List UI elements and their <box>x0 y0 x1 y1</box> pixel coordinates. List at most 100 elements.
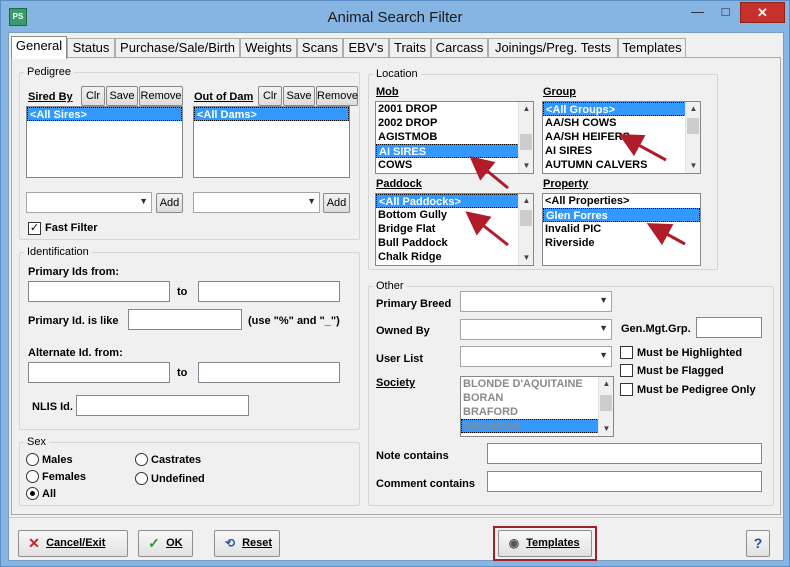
primary-breed-combo[interactable]: ▼ <box>460 291 612 312</box>
tab-joinings-preg-tests[interactable]: Joinings/Preg. Tests <box>488 38 618 58</box>
paddock-item[interactable]: Chalk Ridge <box>376 250 533 264</box>
dam-remove-button[interactable]: Remove <box>316 86 358 106</box>
dam-item-all[interactable]: <All Dams> <box>194 107 349 121</box>
scroll-up-icon[interactable]: ▲ <box>519 102 533 116</box>
group-item[interactable]: AI SIRES <box>543 144 700 158</box>
sires-listbox[interactable]: <All Sires> <box>26 106 183 178</box>
property-listbox[interactable]: <All Properties> Glen Forres Invalid PIC… <box>542 193 701 266</box>
mob-scrollbar[interactable]: ▲ ▼ <box>518 102 533 173</box>
group-scrollbar[interactable]: ▲ ▼ <box>685 102 700 173</box>
society-item[interactable]: BLONDE D'AQUITAINE <box>461 377 613 391</box>
sire-combo[interactable]: ▼ <box>26 192 152 213</box>
primary-id-to-input[interactable] <box>198 281 340 302</box>
alternate-id-from-input[interactable] <box>28 362 170 383</box>
dam-save-button[interactable]: Save <box>283 86 315 106</box>
user-list-combo[interactable]: ▼ <box>460 346 612 367</box>
fast-filter-label: Fast Filter <box>45 222 98 234</box>
property-item-selected[interactable]: Glen Forres <box>543 208 700 222</box>
group-listbox[interactable]: <All Groups> AA/SH COWS AA/SH HEIFERS AI… <box>542 101 701 174</box>
primary-like-input[interactable] <box>128 309 242 330</box>
group-item-selected[interactable]: <All Groups> <box>543 102 700 116</box>
mob-listbox[interactable]: 2001 DROP 2002 DROP AGISTMOB AI SIRES CO… <box>375 101 534 174</box>
tab-weights[interactable]: Weights <box>240 38 297 58</box>
sire-add-button[interactable]: Add <box>156 193 183 213</box>
scroll-up-icon[interactable]: ▲ <box>686 102 700 116</box>
society-listbox[interactable]: BLONDE D'AQUITAINE BORAN BRAFORD BRAHMAN… <box>460 376 614 437</box>
gen-mgt-grp-input[interactable] <box>696 317 762 338</box>
comment-contains-input[interactable] <box>487 471 762 492</box>
cancel-exit-button[interactable]: ✕ Cancel/Exit <box>18 530 128 557</box>
alternate-id-to-input[interactable] <box>198 362 340 383</box>
paddock-item[interactable]: Bridge Flat <box>376 222 533 236</box>
mob-item[interactable]: COWS <box>376 158 533 172</box>
scroll-down-icon[interactable]: ▼ <box>599 422 613 436</box>
note-contains-input[interactable] <box>487 443 762 464</box>
sex-undefined-radio[interactable] <box>135 472 148 485</box>
templates-button[interactable]: ◉ Templates <box>498 530 592 557</box>
property-item[interactable]: Invalid PIC <box>543 222 700 236</box>
scroll-down-icon[interactable]: ▼ <box>519 159 533 173</box>
must-highlighted-checkbox[interactable] <box>620 346 633 359</box>
nlis-input[interactable] <box>76 395 249 416</box>
dam-clr-button[interactable]: Clr <box>258 86 282 106</box>
dam-add-button[interactable]: Add <box>323 193 350 213</box>
sex-castrates-radio[interactable] <box>135 453 148 466</box>
paddock-item[interactable]: Bottom Gully <box>376 208 533 222</box>
mob-item[interactable]: AGISTMOB <box>376 130 533 144</box>
owned-by-label: Owned By <box>376 325 430 337</box>
tab-general[interactable]: General <box>11 36 67 59</box>
mob-item[interactable]: 2002 DROP <box>376 116 533 130</box>
sire-clr-button[interactable]: Clr <box>81 86 105 106</box>
fast-filter-checkbox[interactable]: ✓ <box>28 222 41 235</box>
paddock-item-selected[interactable]: <All Paddocks> <box>376 194 533 208</box>
tab-ebvs[interactable]: EBV's <box>343 38 389 58</box>
tab-templates[interactable]: Templates <box>618 38 686 58</box>
minimize-button[interactable]: — <box>684 2 711 23</box>
title-bar[interactable]: PS Animal Search Filter — □ ✕ <box>1 1 789 33</box>
primary-id-from-input[interactable] <box>28 281 170 302</box>
must-flagged-checkbox[interactable] <box>620 364 633 377</box>
sire-item-all[interactable]: <All Sires> <box>27 107 182 121</box>
scroll-thumb[interactable] <box>520 134 532 150</box>
society-item[interactable]: BORAN <box>461 391 613 405</box>
scroll-up-icon[interactable]: ▲ <box>519 194 533 208</box>
paddock-listbox[interactable]: <All Paddocks> Bottom Gully Bridge Flat … <box>375 193 534 266</box>
tab-carcass[interactable]: Carcass <box>431 38 488 58</box>
tab-status[interactable]: Status <box>67 38 115 58</box>
paddock-scrollbar[interactable]: ▲ ▼ <box>518 194 533 265</box>
scroll-thumb[interactable] <box>687 118 699 134</box>
sex-all-radio[interactable] <box>26 487 39 500</box>
help-button[interactable]: ? <box>746 530 770 557</box>
paddock-item[interactable]: Bull Paddock <box>376 236 533 250</box>
group-item[interactable]: AUTUMN CALVERS <box>543 158 700 172</box>
scroll-thumb[interactable] <box>600 395 612 411</box>
society-item-selected[interactable]: BRAHMAN <box>461 419 613 433</box>
dams-listbox[interactable]: <All Dams> <box>193 106 350 178</box>
mob-item-selected[interactable]: AI SIRES <box>376 144 533 158</box>
reset-button[interactable]: ⟲ Reset <box>214 530 280 557</box>
dam-combo[interactable]: ▼ <box>193 192 320 213</box>
sire-remove-button[interactable]: Remove <box>139 86 183 106</box>
tab-scans[interactable]: Scans <box>297 38 343 58</box>
group-item[interactable]: AA/SH COWS <box>543 116 700 130</box>
property-item[interactable]: <All Properties> <box>543 194 700 208</box>
mob-item[interactable]: 2001 DROP <box>376 102 533 116</box>
sire-save-button[interactable]: Save <box>106 86 138 106</box>
scroll-thumb[interactable] <box>520 210 532 226</box>
sex-males-radio[interactable] <box>26 453 39 466</box>
must-pedigree-checkbox[interactable] <box>620 383 633 396</box>
society-scrollbar[interactable]: ▲ ▼ <box>598 377 613 436</box>
sex-females-radio[interactable] <box>26 470 39 483</box>
group-item[interactable]: AA/SH HEIFERS <box>543 130 700 144</box>
ok-button[interactable]: ✓ OK <box>138 530 193 557</box>
scroll-down-icon[interactable]: ▼ <box>686 159 700 173</box>
scroll-up-icon[interactable]: ▲ <box>599 377 613 391</box>
tab-traits[interactable]: Traits <box>389 38 431 58</box>
close-button[interactable]: ✕ <box>740 2 785 23</box>
society-item[interactable]: BRAFORD <box>461 405 613 419</box>
owned-by-combo[interactable]: ▼ <box>460 319 612 340</box>
scroll-down-icon[interactable]: ▼ <box>519 251 533 265</box>
maximize-button[interactable]: □ <box>712 2 739 23</box>
tab-purchase-sale-birth[interactable]: Purchase/Sale/Birth <box>115 38 240 58</box>
property-item[interactable]: Riverside <box>543 236 700 250</box>
